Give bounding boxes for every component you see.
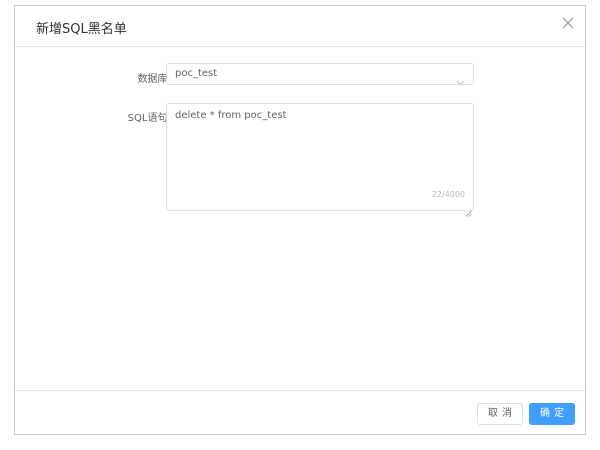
word-count: 22/4000 <box>431 190 465 199</box>
dialog-footer: 取消 确定 <box>15 390 585 435</box>
cancel-button[interactable]: 取消 <box>477 403 523 425</box>
page: 新增SQL黑名单 数据库 : poc_test SQL语句 : delete *… <box>0 0 600 450</box>
dialog-header: 新增SQL黑名单 <box>15 6 585 47</box>
confirm-button[interactable]: 确定 <box>529 403 575 425</box>
sql-statement-value: delete * from poc_test <box>175 110 287 121</box>
add-sql-blacklist-dialog: 新增SQL黑名单 数据库 : poc_test SQL语句 : delete *… <box>14 5 586 435</box>
chevron-down-icon <box>456 71 465 86</box>
close-icon[interactable] <box>561 15 575 29</box>
database-select-value: poc_test <box>175 68 218 79</box>
database-select[interactable]: poc_test <box>166 63 474 86</box>
sql-statement-textarea[interactable]: delete * from poc_test 22/4000 <box>166 103 474 217</box>
resize-handle-icon[interactable] <box>465 202 472 217</box>
dialog-title: 新增SQL黑名单 <box>36 22 127 37</box>
